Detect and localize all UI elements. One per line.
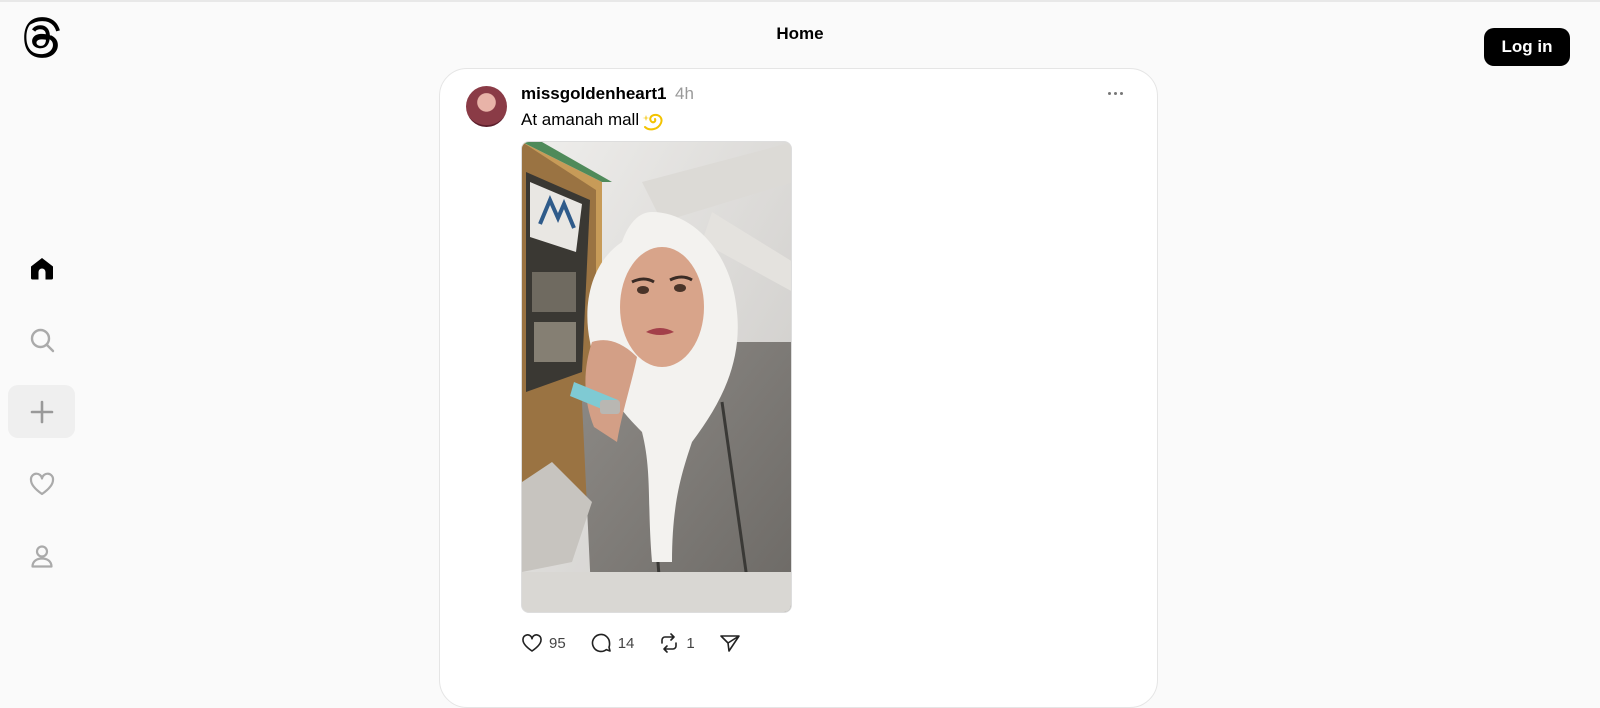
heart-icon [29,472,54,495]
post-actions: 95 14 1 [521,631,765,655]
post-timestamp[interactable]: 4h [675,84,694,104]
comment-count: 14 [617,634,635,652]
repost-button[interactable]: 1 [658,632,695,654]
heart-icon [522,634,542,652]
sidebar-item-profile[interactable] [8,529,75,582]
post-username[interactable]: missgoldenheart1 [521,84,667,104]
like-button[interactable]: 95 [521,632,566,654]
send-icon [719,635,740,652]
like-count: 95 [549,634,566,652]
comment-button[interactable]: 14 [590,632,635,654]
login-button[interactable]: Log in [1484,28,1570,66]
sidebar-item-activity[interactable] [8,457,75,510]
repost-count: 1 [686,634,695,652]
post-card: missgoldenheart1 4h At amanah mall 95 14… [439,68,1158,708]
post-image[interactable] [521,141,792,613]
page-title: Home [776,24,824,43]
profile-icon [30,544,53,568]
selfie-photo [522,142,791,612]
more-options-icon[interactable] [1104,83,1126,103]
dizzy-icon [642,113,663,131]
comment-icon [591,633,611,653]
sidebar-item-search[interactable] [8,313,75,366]
sidebar-item-create[interactable] [8,385,75,438]
repost-icon [661,633,678,653]
top-divider [0,0,1600,2]
sidebar-nav [8,241,75,601]
search-icon [30,328,54,352]
post-text: At amanah mall [521,110,640,129]
avatar[interactable] [466,86,507,127]
sidebar-item-home[interactable] [8,241,75,294]
home-icon [30,257,53,279]
share-button[interactable] [719,632,741,654]
plus-icon [30,400,53,423]
